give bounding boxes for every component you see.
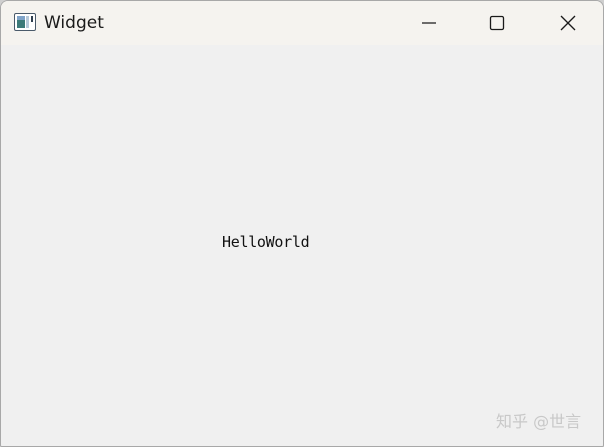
hello-label: HelloWorld xyxy=(222,233,310,251)
watermark-text: 知乎 @世言 xyxy=(496,412,582,431)
client-area: HelloWorld 知乎 @世言 xyxy=(1,45,603,446)
minimize-icon xyxy=(422,22,436,24)
maximize-button[interactable] xyxy=(462,1,532,45)
close-icon xyxy=(560,15,576,31)
minimize-button[interactable] xyxy=(394,1,464,45)
close-button[interactable] xyxy=(533,1,603,45)
title-bar[interactable]: Widget xyxy=(1,1,603,45)
maximize-icon xyxy=(489,15,505,31)
app-icon xyxy=(14,13,36,31)
app-window: Widget HelloWorld 知乎 @世言 xyxy=(0,0,604,447)
window-title: Widget xyxy=(44,13,104,33)
